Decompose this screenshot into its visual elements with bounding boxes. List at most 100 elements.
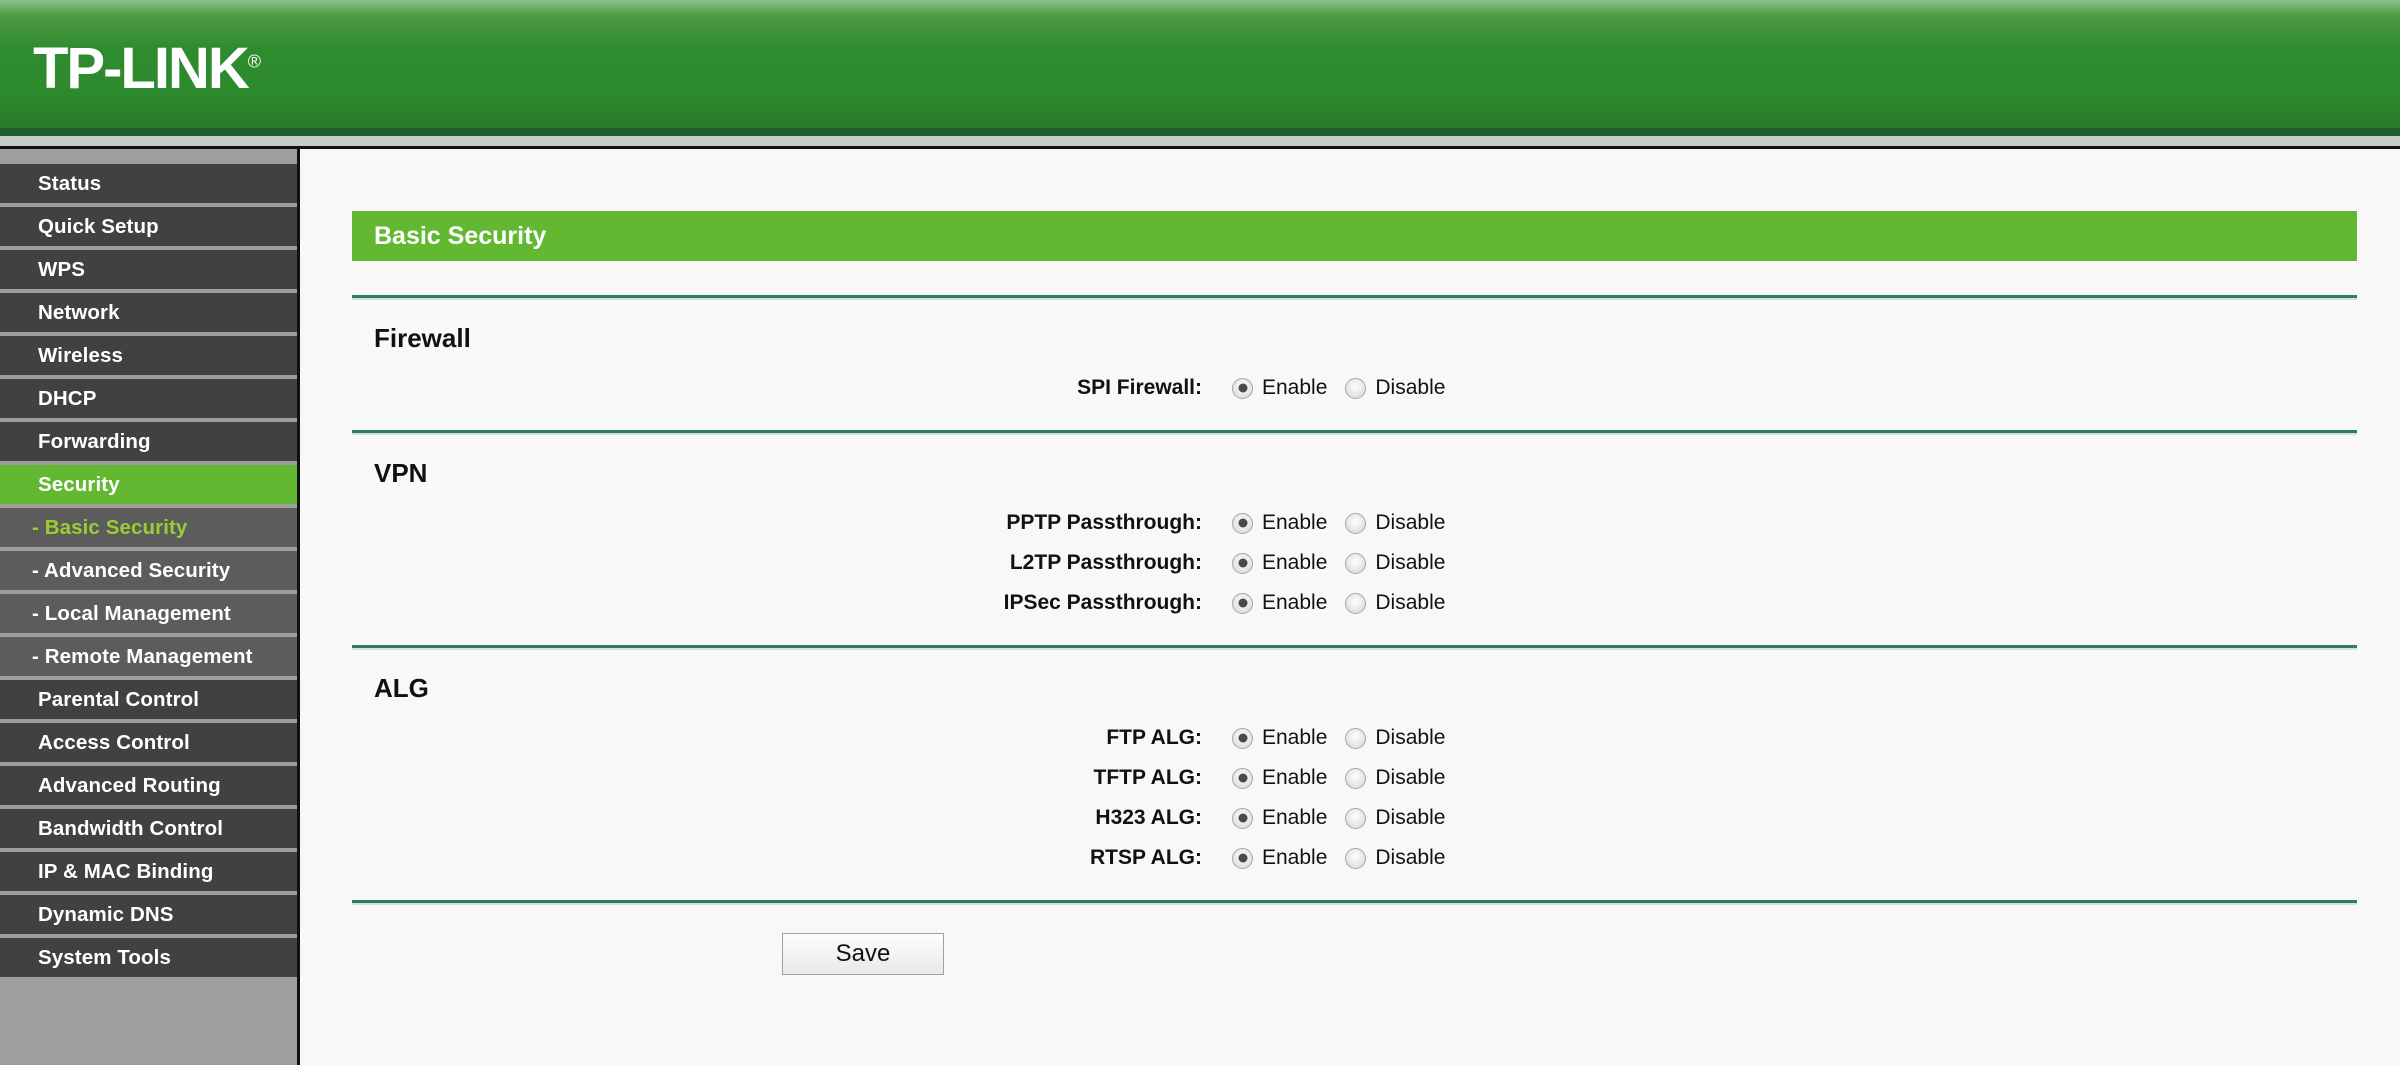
field-row-tftp-alg: TFTP ALG: Enable Disable [352, 758, 2357, 798]
radio-disable-icon[interactable] [1345, 512, 1367, 534]
radio-disable-icon[interactable] [1345, 727, 1367, 749]
sidebar-item-status[interactable]: Status [0, 164, 297, 203]
sidebar-item-basic-security[interactable]: - Basic Security [0, 508, 297, 547]
radio-option-ipsec-passthrough-disable[interactable]: Disable [1345, 591, 1445, 615]
radio-enable-icon[interactable] [1232, 512, 1253, 534]
divider-alg-save [352, 900, 2357, 905]
radio-option-spi-firewall-enable[interactable]: Enable [1232, 376, 1327, 400]
sidebar-item-dhcp[interactable]: DHCP [0, 379, 297, 418]
section-heading-alg: ALG [374, 673, 429, 703]
radio-label-enable: Enable [1262, 846, 1328, 869]
sidebar-item-system-tools[interactable]: System Tools [0, 938, 297, 977]
radio-option-ipsec-passthrough-enable[interactable]: Enable [1232, 591, 1327, 615]
radio-enable-icon[interactable] [1232, 727, 1253, 749]
logo-text: TP-LINK [33, 36, 250, 101]
radio-option-tftp-alg-enable[interactable]: Enable [1232, 766, 1327, 790]
radio-label-enable: Enable [1262, 511, 1328, 534]
section-vpn: VPN PPTP Passthrough: Enable Disable L2TP P… [352, 435, 2357, 645]
sidebar-item-remote-management[interactable]: - Remote Management [0, 637, 297, 676]
radio-option-rtsp-alg-enable[interactable]: Enable [1232, 846, 1327, 870]
field-row-ftp-alg: FTP ALG: Enable Disable [352, 718, 2357, 758]
field-label-rtsp-alg: RTSP ALG: [1089, 846, 1202, 869]
radio-disable-icon[interactable] [1345, 377, 1367, 399]
field-label-l2tp-passthrough: L2TP Passthrough: [1009, 551, 1202, 574]
field-row-pptp-passthrough: PPTP Passthrough: Enable Disable [352, 503, 2357, 543]
radio-option-spi-firewall-disable[interactable]: Disable [1345, 376, 1445, 400]
sidebar-item-ip-mac-binding[interactable]: IP & MAC Binding [0, 852, 297, 891]
radio-disable-icon[interactable] [1345, 807, 1367, 829]
radio-label-disable: Disable [1375, 376, 1446, 399]
sidebar-item-access-control[interactable]: Access Control [0, 723, 297, 762]
radio-enable-icon[interactable] [1232, 377, 1253, 399]
radio-option-tftp-alg-disable[interactable]: Disable [1345, 766, 1445, 790]
sidebar-item-forwarding[interactable]: Forwarding [0, 422, 297, 461]
radio-option-rtsp-alg-disable[interactable]: Disable [1345, 846, 1445, 870]
radio-group-ipsec-passthrough: Enable Disable [1232, 591, 1463, 615]
sidebar-item-bandwidth-control[interactable]: Bandwidth Control [0, 809, 297, 848]
sidebar-item-parental-control[interactable]: Parental Control [0, 680, 297, 719]
radio-enable-icon[interactable] [1232, 807, 1253, 829]
radio-option-l2tp-passthrough-enable[interactable]: Enable [1232, 551, 1327, 575]
radio-label-enable: Enable [1262, 376, 1328, 399]
radio-option-pptp-passthrough-enable[interactable]: Enable [1232, 511, 1327, 535]
save-button[interactable]: Save [782, 933, 944, 975]
radio-enable-icon[interactable] [1232, 847, 1253, 869]
sidebar-item-wireless[interactable]: Wireless [0, 336, 297, 375]
alg-fields: FTP ALG: Enable Disable TFTP ALG: Enable Disa… [352, 718, 2357, 878]
field-row-ipsec-passthrough: IPSec Passthrough: Enable Disable [352, 583, 2357, 623]
sidebar-item-wps[interactable]: WPS [0, 250, 297, 289]
sidebar-item-dynamic-dns[interactable]: Dynamic DNS [0, 895, 297, 934]
app-header: TP-LINK® [0, 0, 2400, 128]
radio-option-h323-alg-enable[interactable]: Enable [1232, 806, 1327, 830]
radio-enable-icon[interactable] [1232, 767, 1253, 789]
section-heading-firewall: Firewall [374, 323, 471, 353]
radio-disable-icon[interactable] [1345, 847, 1367, 869]
radio-option-l2tp-passthrough-disable[interactable]: Disable [1345, 551, 1445, 575]
section-heading-vpn: VPN [374, 458, 428, 488]
radio-option-ftp-alg-disable[interactable]: Disable [1345, 726, 1445, 750]
field-row-rtsp-alg: RTSP ALG: Enable Disable [352, 838, 2357, 878]
field-label-h323-alg: H323 ALG: [1095, 806, 1202, 829]
sidebar-item-network[interactable]: Network [0, 293, 297, 332]
radio-label-enable: Enable [1262, 551, 1328, 574]
sidebar-item-security[interactable]: Security [0, 465, 297, 504]
field-row-h323-alg: H323 ALG: Enable Disable [352, 798, 2357, 838]
page-title: Basic Security [374, 221, 547, 250]
registered-mark: ® [247, 51, 262, 72]
field-label-ftp-alg: FTP ALG: [1106, 726, 1202, 749]
page-body: Status Quick Setup WPS Network Wireless DHCP F… [0, 149, 2400, 1065]
radio-label-enable: Enable [1262, 806, 1328, 829]
page-title-bar: Basic Security [352, 211, 2357, 261]
sidebar-item-local-management[interactable]: - Local Management [0, 594, 297, 633]
sidebar-item-advanced-security[interactable]: - Advanced Security [0, 551, 297, 590]
header-strip-dark [0, 128, 2400, 136]
radio-group-tftp-alg: Enable Disable [1232, 766, 1463, 790]
radio-label-enable: Enable [1262, 591, 1328, 614]
sidebar-item-advanced-routing[interactable]: Advanced Routing [0, 766, 297, 805]
save-row: Save [352, 933, 2357, 975]
vpn-fields: PPTP Passthrough: Enable Disable L2TP Passt… [352, 503, 2357, 623]
radio-disable-icon[interactable] [1345, 552, 1367, 574]
radio-label-disable: Disable [1375, 511, 1446, 534]
radio-label-disable: Disable [1375, 726, 1446, 749]
sidebar-nav: Status Quick Setup WPS Network Wireless DHCP F… [0, 149, 300, 1065]
radio-option-pptp-passthrough-disable[interactable]: Disable [1345, 511, 1445, 535]
field-label-ipsec-passthrough: IPSec Passthrough: [1003, 591, 1202, 614]
radio-label-disable: Disable [1375, 806, 1446, 829]
field-row-l2tp-passthrough: L2TP Passthrough: Enable Disable [352, 543, 2357, 583]
radio-disable-icon[interactable] [1345, 767, 1367, 789]
main-content: Basic Security Firewall SPI Firewall: Ena… [300, 149, 2400, 1065]
radio-label-disable: Disable [1375, 591, 1446, 614]
radio-enable-icon[interactable] [1232, 592, 1253, 614]
radio-enable-icon[interactable] [1232, 552, 1253, 574]
field-label-spi-firewall: SPI Firewall: [1077, 376, 1202, 399]
radio-group-spi-firewall: Enable Disable [1232, 376, 1463, 400]
sidebar-item-quick-setup[interactable]: Quick Setup [0, 207, 297, 246]
radio-option-h323-alg-disable[interactable]: Disable [1345, 806, 1445, 830]
radio-option-ftp-alg-enable[interactable]: Enable [1232, 726, 1327, 750]
radio-label-enable: Enable [1262, 726, 1328, 749]
header-strip-light [0, 136, 2400, 146]
radio-disable-icon[interactable] [1345, 592, 1367, 614]
firewall-fields: SPI Firewall: Enable Disable [352, 368, 2357, 408]
radio-label-disable: Disable [1375, 551, 1446, 574]
